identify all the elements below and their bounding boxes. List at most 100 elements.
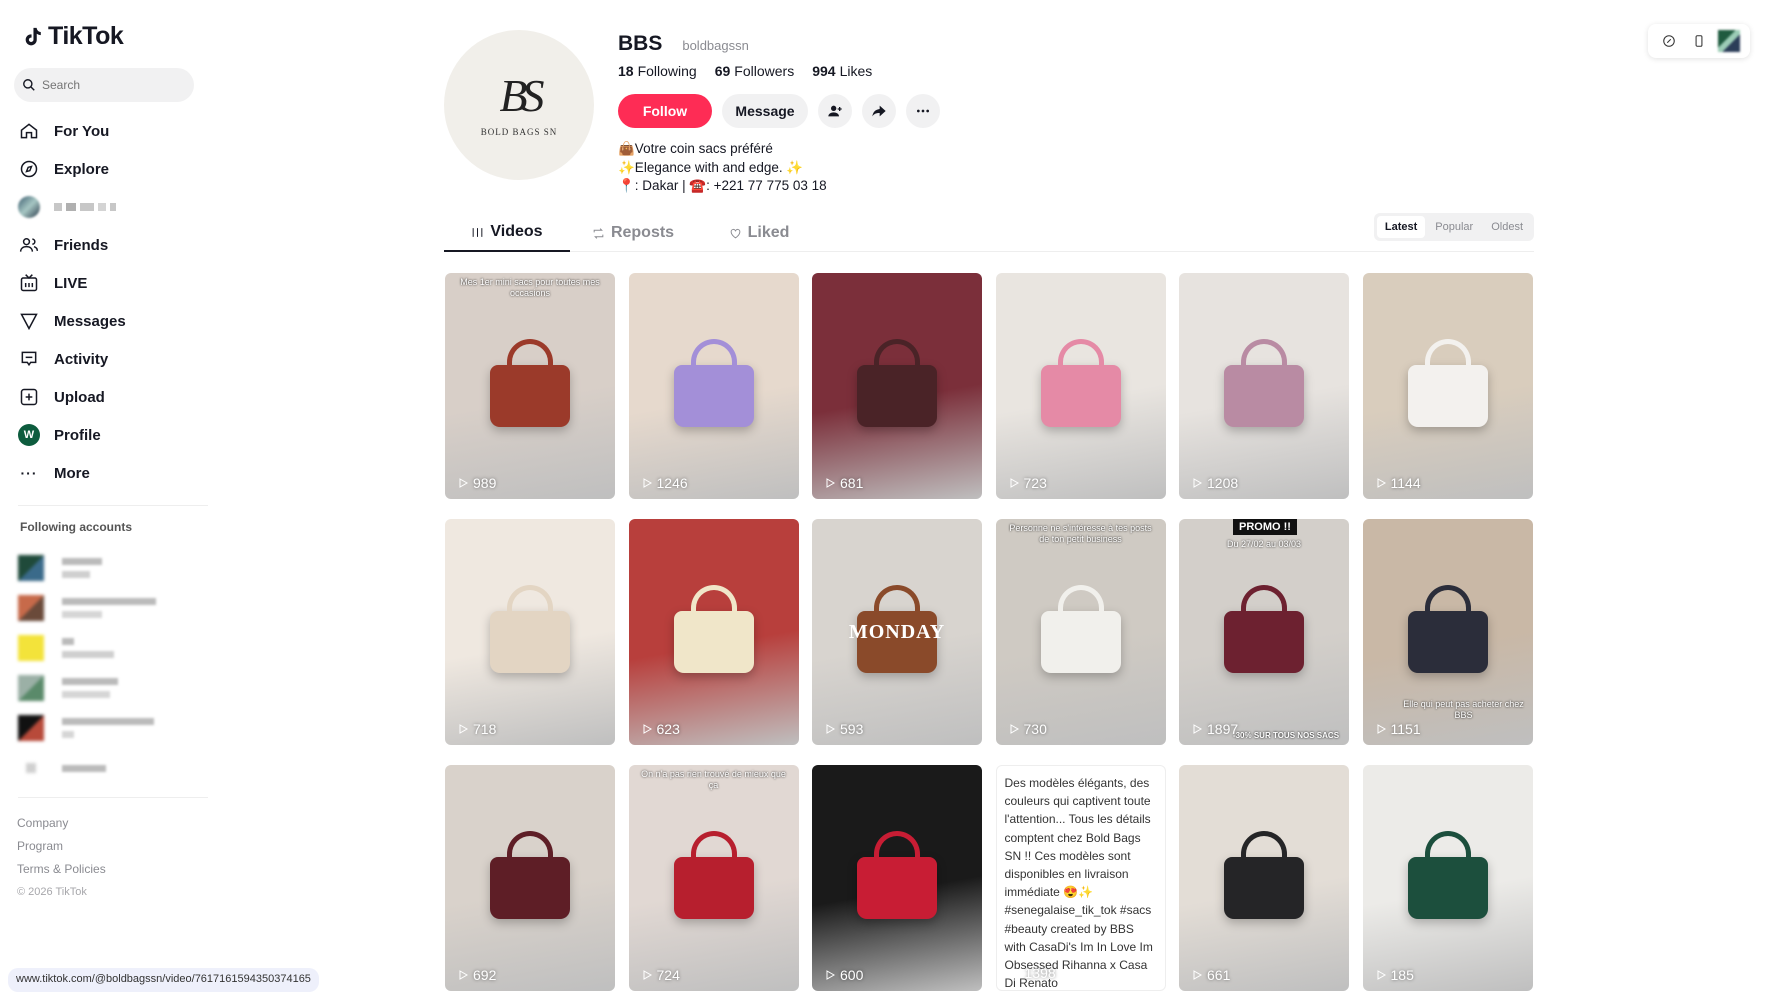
- profile-bio: 👜Votre coin sacs préféré ✨Elegance with …: [618, 140, 827, 196]
- nav-upload[interactable]: Upload: [18, 378, 126, 416]
- play-icon: [1193, 970, 1203, 980]
- following-account-item[interactable]: [18, 588, 156, 628]
- view-count-value: 718: [473, 721, 497, 737]
- tab-videos[interactable]: Videos: [444, 214, 570, 252]
- video-tile[interactable]: 661: [1179, 765, 1349, 991]
- nav-label: Messages: [54, 312, 126, 330]
- view-count: 989: [457, 475, 496, 491]
- search-bar[interactable]: [14, 68, 194, 102]
- nav-blurred-account[interactable]: [18, 188, 126, 226]
- following-account-item[interactable]: [18, 548, 156, 588]
- view-count-value: 1208: [1207, 475, 1239, 491]
- top-right-toolbar: [1648, 24, 1750, 58]
- view-count: 724: [641, 967, 680, 983]
- profile-picture[interactable]: BS BOLD BAGS SN: [444, 30, 594, 180]
- view-count-value: 692: [473, 967, 497, 983]
- video-tile[interactable]: 1144: [1362, 273, 1533, 499]
- sort-popular[interactable]: Popular: [1427, 216, 1481, 238]
- tiktok-logo[interactable]: TikTok: [22, 22, 124, 51]
- view-count: 623: [641, 721, 680, 737]
- video-tile[interactable]: 623: [628, 519, 799, 745]
- following-account-item[interactable]: [18, 668, 156, 708]
- following-stat[interactable]: 18 Following: [618, 63, 697, 79]
- video-tile[interactable]: 1151 Elle qui peut pas acheter chez BBS: [1362, 519, 1533, 745]
- profile-avatar: W: [18, 424, 40, 446]
- video-tile[interactable]: 724 On n'a pas rien trouvé de mieux que ç…: [628, 765, 799, 991]
- live-icon: [18, 272, 40, 294]
- video-tile[interactable]: 1246: [628, 273, 799, 499]
- likes-label: Likes: [839, 63, 873, 79]
- profile-monogram: BS: [499, 70, 544, 121]
- view-count: 1246: [641, 475, 688, 491]
- search-input[interactable]: [42, 78, 182, 92]
- following-account-item[interactable]: [18, 708, 156, 748]
- video-tile[interactable]: 593 MONDAY: [812, 519, 982, 745]
- following-account-item[interactable]: [18, 628, 156, 668]
- nav-activity[interactable]: Activity: [18, 340, 126, 378]
- video-tile[interactable]: Mes 1er mini sacs pour toutes mes occasi…: [445, 273, 615, 499]
- play-icon: [1010, 478, 1019, 488]
- view-count-value: 724: [656, 967, 680, 983]
- get-app-button[interactable]: [1688, 30, 1710, 52]
- share-button[interactable]: [862, 94, 896, 128]
- nav-friends[interactable]: Friends: [18, 226, 126, 264]
- profile-brand-text: BOLD BAGS SN: [480, 127, 558, 137]
- bag-thumbnail: [1224, 365, 1304, 427]
- message-button[interactable]: Message: [722, 94, 808, 128]
- video-tile[interactable]: 681: [812, 273, 982, 499]
- bag-thumbnail: [1407, 365, 1488, 427]
- status-url: www.tiktok.com/@boldbagssn/video/7617161…: [8, 968, 319, 992]
- play-icon: [826, 478, 836, 488]
- view-count: 1144: [1375, 475, 1421, 491]
- view-count: 1208: [1191, 475, 1238, 491]
- video-tile[interactable]: 718: [445, 519, 615, 745]
- video-tile[interactable]: 185: [1362, 765, 1533, 991]
- view-count-value: 723: [1023, 475, 1047, 491]
- following-account-item[interactable]: [18, 748, 156, 788]
- tab-reposts[interactable]: Reposts: [570, 214, 696, 252]
- tab-label: Liked: [747, 224, 790, 241]
- account-avatar: [26, 763, 36, 773]
- coins-button[interactable]: [1658, 30, 1680, 52]
- bag-handle: [1241, 585, 1287, 613]
- sort-latest[interactable]: Latest: [1376, 216, 1426, 238]
- nav-explore[interactable]: Explore: [18, 150, 126, 188]
- nav-profile[interactable]: W Profile: [18, 416, 126, 454]
- video-tile[interactable]: 600: [812, 765, 982, 991]
- bag-thumbnail: [1407, 857, 1488, 919]
- bag-handle: [507, 831, 553, 859]
- monday-overlay: MONDAY: [848, 621, 946, 643]
- follow-button[interactable]: Follow: [618, 94, 712, 128]
- more-icon: ···: [20, 465, 38, 481]
- profile-handle: boldbagssn: [682, 38, 749, 53]
- video-tile[interactable]: 1208: [1179, 273, 1349, 499]
- sort-oldest[interactable]: Oldest: [1483, 216, 1531, 238]
- view-count-value: 623: [656, 721, 680, 737]
- video-tile[interactable]: Des modèles élégants, des couleurs qui c…: [995, 765, 1166, 991]
- view-count-value: 681: [840, 475, 864, 491]
- add-friend-button[interactable]: [818, 94, 852, 128]
- followers-label: Followers: [734, 63, 795, 79]
- nav-label: Activity: [54, 350, 109, 368]
- user-avatar-button[interactable]: [1718, 30, 1740, 52]
- nav-live[interactable]: LIVE: [18, 264, 126, 302]
- blurred-account-name: [62, 598, 156, 618]
- video-tile[interactable]: 692: [445, 765, 615, 991]
- followers-count: 69: [714, 63, 731, 79]
- footer-link-company[interactable]: Company: [17, 812, 106, 835]
- more-options-button[interactable]: [906, 94, 940, 128]
- following-label: Following: [637, 63, 697, 79]
- footer-link-program[interactable]: Program: [17, 835, 106, 858]
- view-count-value: 1398: [1024, 964, 1056, 981]
- tab-liked[interactable]: Liked: [696, 214, 822, 252]
- nav-more[interactable]: ··· More: [18, 454, 126, 492]
- home-icon: [18, 120, 40, 142]
- video-tile[interactable]: 723: [995, 273, 1166, 499]
- footer-link-terms[interactable]: Terms & Policies: [17, 858, 106, 881]
- phone-icon: [1695, 35, 1703, 47]
- video-tile[interactable]: Personne ne s'intéresse à tes posts de t…: [995, 519, 1166, 745]
- followers-stat[interactable]: 69 Followers: [715, 63, 794, 79]
- video-tile[interactable]: 1897 PROMO !! Du 27/02 au 03/03 -30% SUR TO…: [1179, 519, 1349, 745]
- nav-messages[interactable]: Messages: [18, 302, 126, 340]
- nav-for-you[interactable]: For You: [18, 112, 126, 150]
